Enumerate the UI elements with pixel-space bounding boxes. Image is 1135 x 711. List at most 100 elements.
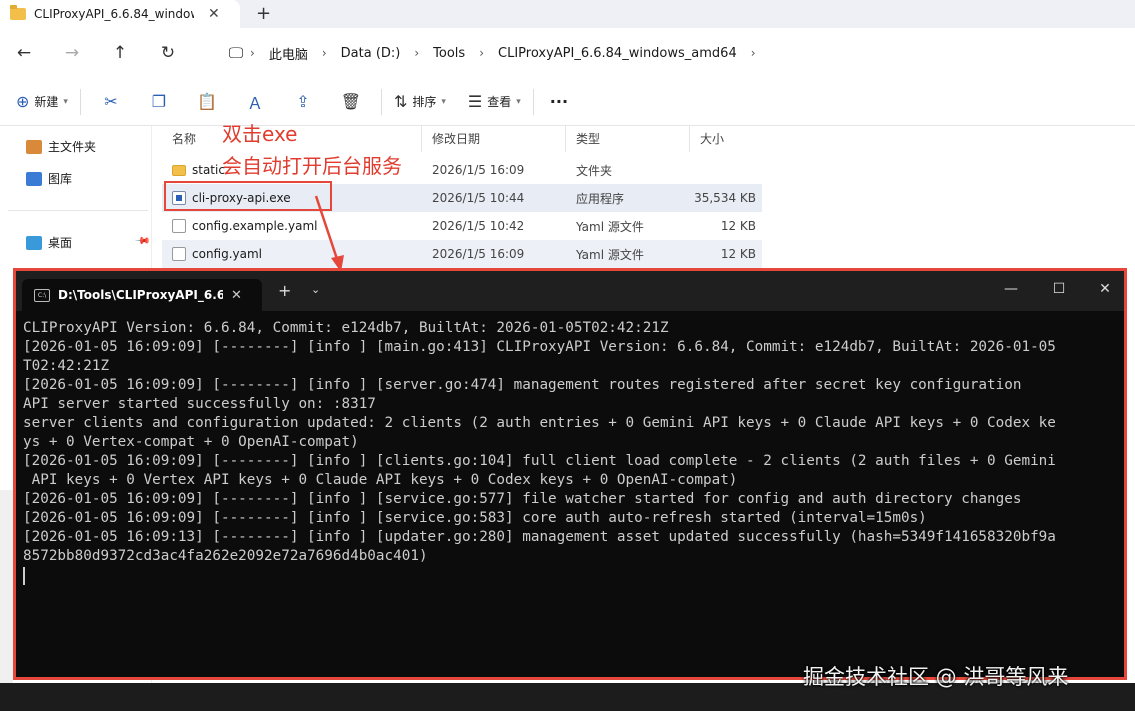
file-date: 2026/1/5 10:42 bbox=[432, 219, 525, 233]
terminal-line: 8572bb80d9372cd3ac4fa262e2092e72a7696d4b… bbox=[23, 548, 428, 564]
sidebar-divider bbox=[8, 210, 148, 211]
terminal-window: C:\ D:\Tools\CLIProxyAPI_6.6.84_w ✕ + ⌄ … bbox=[13, 268, 1127, 680]
computer-icon[interactable]: 🖵 bbox=[222, 44, 250, 62]
new-terminal-tab-button[interactable]: + bbox=[278, 281, 291, 300]
file-size: 12 KB bbox=[720, 247, 756, 261]
copy-button[interactable]: ❐ bbox=[135, 86, 183, 118]
folder-icon bbox=[172, 164, 186, 176]
clipboard-icon: 📋 bbox=[196, 92, 217, 111]
close-icon[interactable]: ✕ bbox=[231, 288, 242, 303]
file-size: 35,534 KB bbox=[694, 191, 756, 205]
back-arrow-icon[interactable]: ← bbox=[0, 43, 48, 63]
toolbar-divider bbox=[380, 88, 382, 115]
chevron-down-icon: ▾ bbox=[516, 96, 521, 107]
breadcrumb-data-drive[interactable]: Data (D:) bbox=[327, 46, 415, 61]
paste-button[interactable]: 📋 bbox=[183, 86, 231, 118]
document-icon bbox=[172, 219, 186, 233]
more-options-button[interactable]: ··· bbox=[544, 86, 574, 118]
terminal-line: T02:42:21Z bbox=[23, 358, 110, 374]
document-icon bbox=[172, 247, 186, 261]
sidebar-item-home[interactable]: 主文件夹 bbox=[26, 138, 96, 155]
explorer-tab[interactable]: CLIProxyAPI_6.6.84_windows_a ✕ bbox=[0, 0, 240, 28]
close-window-button[interactable]: ✕ bbox=[1082, 281, 1128, 297]
plus-circle-icon: ⊕ bbox=[16, 92, 30, 111]
new-tab-button[interactable]: + bbox=[256, 3, 271, 24]
terminal-line: CLIProxyAPI Version: 6.6.84, Commit: e12… bbox=[23, 320, 669, 336]
desktop-icon bbox=[26, 235, 42, 250]
file-type: 文件夹 bbox=[576, 163, 613, 178]
file-row[interactable]: config.example.yaml 2026/1/5 10:42 Yaml … bbox=[162, 212, 762, 240]
view-button[interactable]: ☰ 查看 ▾ bbox=[462, 86, 527, 118]
sidebar-item-label: 图库 bbox=[48, 172, 73, 186]
command-bar: ⊕ 新建 ▾ ✂ ❐ 📋 Ａ ⇪ 🗑 ⇅ 排序 ▾ ☰ 查看 ▾ ··· bbox=[0, 78, 1135, 126]
file-type: Yaml 源文件 bbox=[576, 247, 644, 262]
annotation-line-2: 会自动打开后台服务 bbox=[222, 154, 402, 178]
terminal-line: ys + 0 Vertex-compat + 0 OpenAI-compat) bbox=[23, 434, 359, 450]
rename-button[interactable]: Ａ bbox=[231, 86, 279, 118]
new-button[interactable]: ⊕ 新建 ▾ bbox=[10, 86, 74, 118]
pin-icon[interactable]: 📌 bbox=[134, 233, 151, 250]
terminal-tab-title: D:\Tools\CLIProxyAPI_6.6.84_w bbox=[58, 288, 223, 302]
explorer-tab-bar: CLIProxyAPI_6.6.84_windows_a ✕ + bbox=[0, 0, 1135, 28]
background-window-edge bbox=[0, 490, 13, 711]
folder-icon bbox=[10, 5, 26, 20]
column-header-date[interactable]: 修改日期 bbox=[422, 126, 566, 152]
minimize-button[interactable]: — bbox=[988, 281, 1034, 297]
scissors-icon: ✂ bbox=[104, 92, 118, 111]
column-header-size[interactable]: 大小 bbox=[690, 126, 766, 152]
breadcrumb-tools[interactable]: Tools bbox=[419, 46, 479, 61]
sort-button[interactable]: ⇅ 排序 ▾ bbox=[388, 86, 452, 118]
home-icon bbox=[26, 139, 42, 154]
view-list-icon: ☰ bbox=[467, 92, 483, 111]
column-header-type[interactable]: 类型 bbox=[566, 126, 690, 152]
refresh-icon[interactable]: ↻ bbox=[144, 43, 192, 63]
terminal-line: server clients and configuration updated… bbox=[23, 415, 1056, 431]
command-prompt-icon: C:\ bbox=[34, 288, 50, 302]
explorer-tab-title: CLIProxyAPI_6.6.84_windows_a bbox=[34, 7, 194, 21]
exe-highlight-box bbox=[164, 181, 332, 211]
chevron-down-icon: ▾ bbox=[441, 96, 446, 107]
view-label: 查看 bbox=[487, 95, 512, 109]
up-arrow-icon[interactable]: ↑ bbox=[96, 43, 144, 63]
annotation-line-1: 双击exe bbox=[222, 122, 298, 146]
close-icon[interactable]: ✕ bbox=[208, 6, 220, 22]
file-date: 2026/1/5 16:09 bbox=[432, 247, 525, 261]
breadcrumb-cliproxyapi[interactable]: CLIProxyAPI_6.6.84_windows_amd64 bbox=[484, 46, 751, 61]
share-icon: ⇪ bbox=[296, 92, 310, 111]
file-type: Yaml 源文件 bbox=[576, 219, 644, 234]
forward-arrow-icon[interactable]: → bbox=[48, 43, 96, 63]
cut-button[interactable]: ✂ bbox=[87, 86, 135, 118]
delete-button[interactable]: 🗑 bbox=[327, 86, 375, 118]
toolbar-divider bbox=[79, 88, 81, 115]
file-name: config.example.yaml bbox=[192, 219, 318, 233]
breadcrumb-this-pc[interactable]: 此电脑 bbox=[255, 44, 322, 63]
chevron-down-icon: ▾ bbox=[63, 96, 68, 107]
terminal-tab[interactable]: C:\ D:\Tools\CLIProxyAPI_6.6.84_w ✕ bbox=[22, 279, 262, 311]
terminal-line: [2026-01-05 16:09:09] [--------] [info ]… bbox=[23, 491, 1022, 507]
terminal-line: [2026-01-05 16:09:09] [--------] [info ]… bbox=[23, 510, 927, 526]
sort-label: 排序 bbox=[412, 95, 437, 109]
new-label: 新建 bbox=[34, 95, 59, 109]
sidebar-item-desktop[interactable]: 桌面 bbox=[26, 234, 72, 251]
chevron-right-icon[interactable]: › bbox=[751, 46, 756, 60]
sidebar-item-gallery[interactable]: 图库 bbox=[26, 170, 72, 187]
maximize-button[interactable]: ☐ bbox=[1036, 281, 1082, 297]
terminal-line: API keys + 0 Vertex API keys + 0 Claude … bbox=[23, 472, 738, 488]
terminal-tab-bar: C:\ D:\Tools\CLIProxyAPI_6.6.84_w ✕ + ⌄ … bbox=[16, 271, 1124, 311]
terminal-line: API server started successfully on: :831… bbox=[23, 396, 376, 412]
terminal-line: [2026-01-05 16:09:09] [--------] [info ]… bbox=[23, 453, 1056, 469]
file-name: static bbox=[192, 163, 225, 177]
text-cursor bbox=[23, 567, 25, 585]
chevron-down-icon[interactable]: ⌄ bbox=[311, 283, 320, 296]
file-date: 2026/1/5 10:44 bbox=[432, 191, 525, 205]
sidebar-item-label: 桌面 bbox=[48, 236, 73, 250]
trash-icon: 🗑 bbox=[340, 92, 362, 111]
toolbar-divider bbox=[532, 88, 534, 115]
file-date: 2026/1/5 16:09 bbox=[432, 163, 525, 177]
terminal-output[interactable]: CLIProxyAPI Version: 6.6.84, Commit: e12… bbox=[23, 319, 1119, 669]
breadcrumb: 🖵 › 此电脑 › Data (D:) › Tools › CLIProxyAP… bbox=[222, 44, 756, 63]
share-button[interactable]: ⇪ bbox=[279, 86, 327, 118]
file-row[interactable]: config.yaml 2026/1/5 16:09 Yaml 源文件 12 K… bbox=[162, 240, 762, 268]
rename-icon: Ａ bbox=[246, 93, 263, 113]
terminal-line: [2026-01-05 16:09:09] [--------] [info ]… bbox=[23, 339, 1056, 355]
